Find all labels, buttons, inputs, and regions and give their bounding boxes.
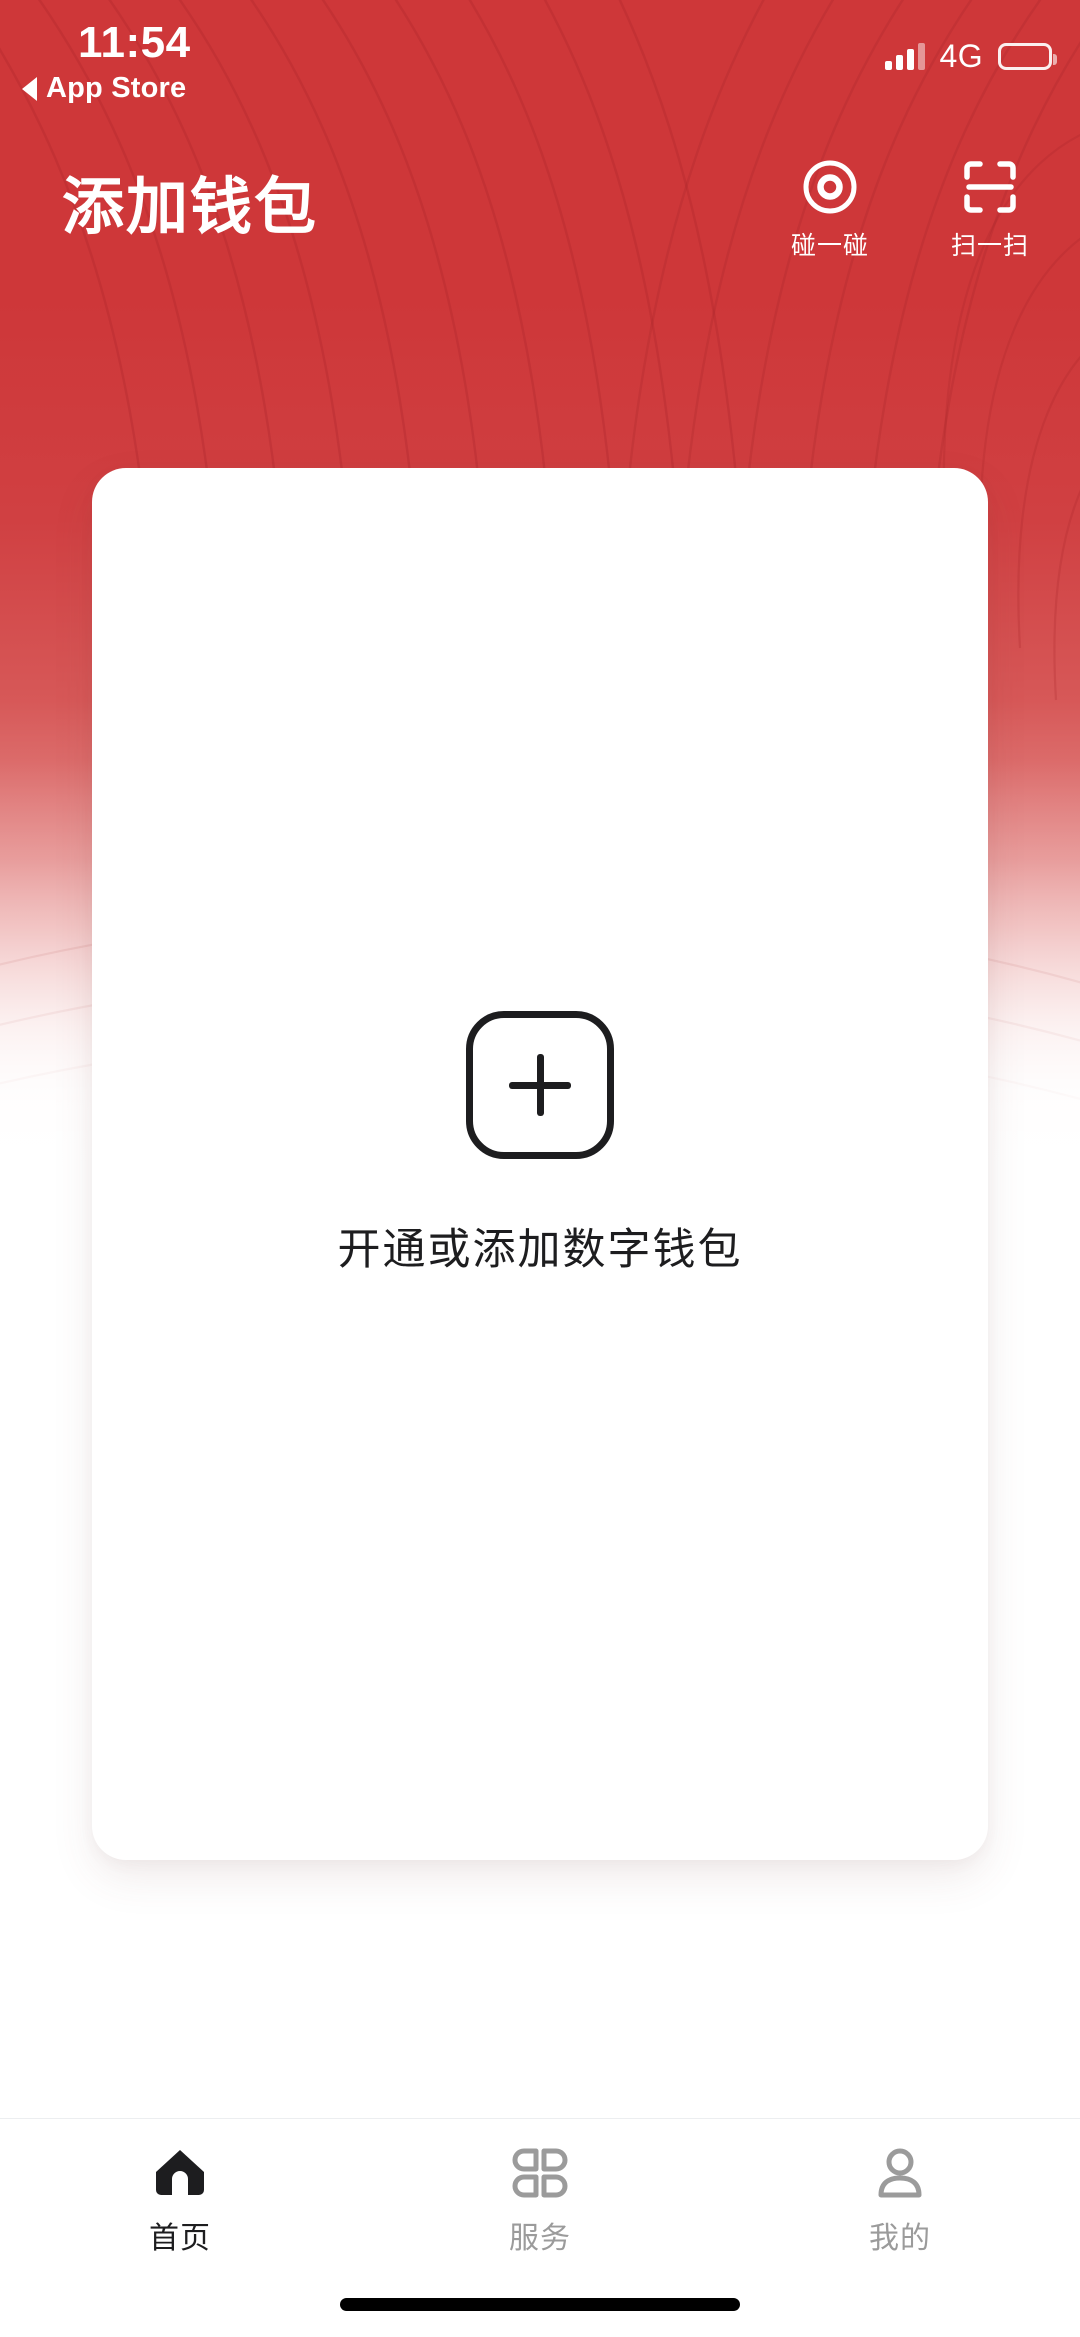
scan-qr-icon <box>961 156 1019 218</box>
tab-home[interactable]: 首页 <box>0 2119 360 2279</box>
tab-services-label: 服务 <box>509 2222 571 2255</box>
plus-square-icon <box>466 1011 614 1159</box>
triangle-left-icon <box>22 76 37 101</box>
add-wallet-label: 开通或添加数字钱包 <box>337 1226 743 1274</box>
back-link-label: App Store <box>46 72 187 104</box>
add-wallet-button[interactable]: 开通或添加数字钱包 <box>338 1011 743 1277</box>
status-bar-clock: 11:54 <box>78 18 191 67</box>
battery-icon <box>998 43 1057 70</box>
header-action-group: 碰一碰 扫一扫 <box>782 156 1038 262</box>
scan-qr-label: 扫一扫 <box>950 232 1029 260</box>
page-header: 添加钱包 碰一碰 扫一扫 <box>0 152 1080 292</box>
nfc-tap-button[interactable]: 碰一碰 <box>782 156 878 262</box>
tab-services[interactable]: 服务 <box>360 2119 720 2279</box>
bottom-tab-bar: 首页 服务 我的 <box>0 2119 1080 2279</box>
page-title: 添加钱包 <box>62 173 319 242</box>
nfc-tap-icon <box>801 156 859 218</box>
scan-qr-button[interactable]: 扫一扫 <box>942 156 1038 262</box>
cellular-signal-icon <box>884 42 925 70</box>
home-icon <box>152 2143 208 2203</box>
app-root: 11:54 App Store 4G 添加钱包 碰一碰 扫一扫 开通或添加数字钱… <box>0 0 1080 2337</box>
nfc-tap-label: 碰一碰 <box>790 232 869 260</box>
person-icon <box>872 2143 928 2203</box>
status-bar-indicators: 4G <box>884 38 1057 75</box>
status-bar: 11:54 App Store 4G <box>0 0 1080 132</box>
wallet-card: 开通或添加数字钱包 <box>92 468 988 1860</box>
network-type-label: 4G <box>939 38 983 74</box>
home-indicator[interactable] <box>340 2298 740 2311</box>
back-to-app-store-link[interactable]: App Store <box>22 72 186 105</box>
tab-profile-label: 我的 <box>869 2222 931 2255</box>
grid-petals-icon <box>512 2143 568 2203</box>
tab-profile[interactable]: 我的 <box>720 2119 1080 2279</box>
tab-home-label: 首页 <box>149 2222 211 2255</box>
